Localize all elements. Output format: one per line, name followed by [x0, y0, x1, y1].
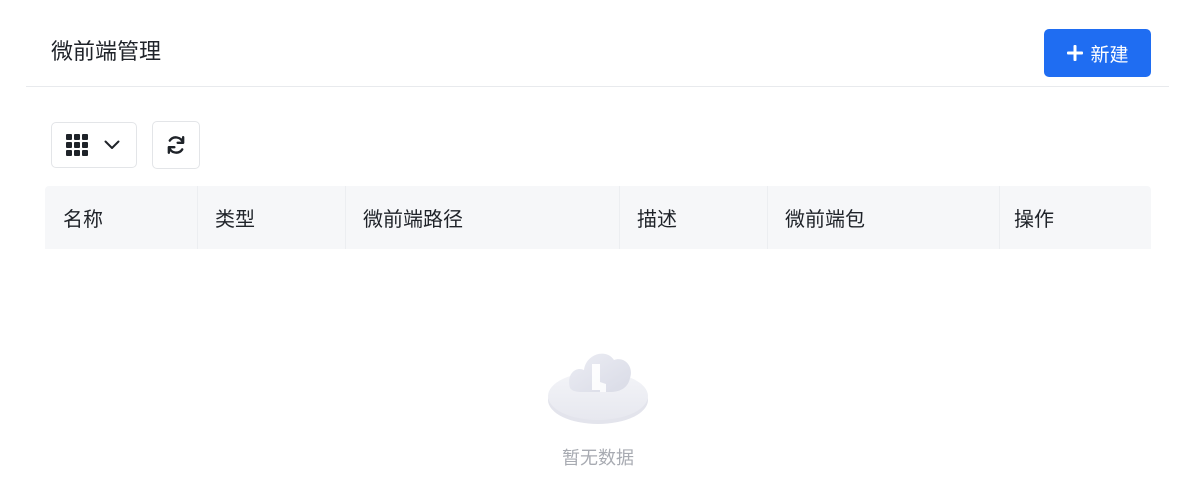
refresh-button[interactable]: [152, 121, 200, 169]
page-header: 微前端管理 新建: [26, 0, 1169, 87]
column-header-path: 微前端路径: [345, 186, 619, 249]
page-title: 微前端管理: [51, 40, 162, 65]
column-header-name: 名称: [63, 207, 103, 231]
page: 微前端管理 新建 名称 类型 微前端路径 描述 微前端包 操作 暂无数据: [0, 0, 1188, 504]
empty-cloud-icon: [548, 353, 648, 424]
refresh-icon: [167, 136, 185, 154]
empty-state-text: 暂无数据: [562, 448, 634, 469]
column-header-type: 类型: [197, 186, 345, 249]
chevron-down-icon: [104, 140, 120, 149]
view-mode-dropdown[interactable]: [51, 122, 137, 168]
column-header-description: 描述: [619, 186, 767, 249]
grid-icon: [66, 134, 88, 156]
column-header-package: 微前端包: [767, 186, 999, 249]
plus-icon: [1067, 45, 1084, 61]
column-header-actions: 操作: [999, 186, 1151, 249]
table-header: 名称 类型 微前端路径 描述 微前端包 操作: [45, 186, 1151, 249]
new-button-label: 新建: [1090, 43, 1129, 66]
new-button[interactable]: 新建: [1044, 29, 1151, 77]
